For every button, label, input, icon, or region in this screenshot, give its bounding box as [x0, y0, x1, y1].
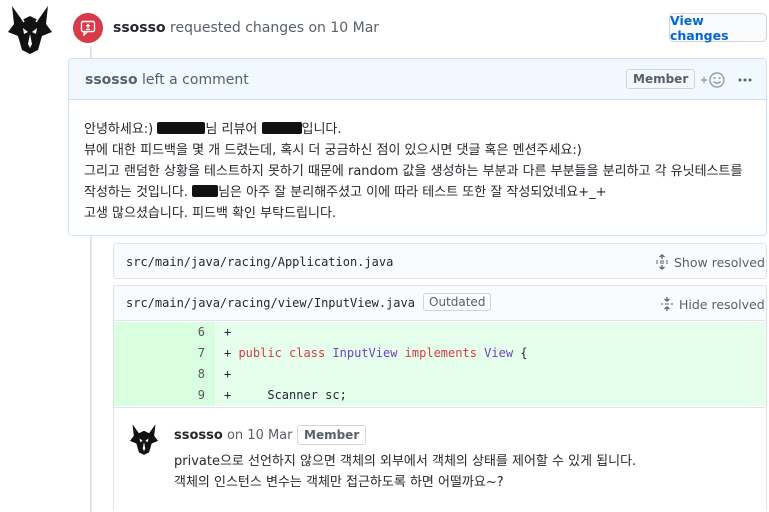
comment-author[interactable]: ssosso [85, 72, 138, 88]
line-number[interactable]: 8 [114, 364, 214, 385]
comment-action: left a comment [142, 72, 249, 88]
redacted-name [157, 122, 206, 134]
redacted-name [261, 122, 302, 134]
member-badge: Member [297, 425, 367, 445]
add-reaction-icon[interactable] [699, 71, 727, 89]
review-author[interactable]: ssosso [113, 20, 166, 36]
line-number[interactable]: 7 [114, 343, 214, 364]
comment-text: 님은 아주 잘 분리해주셨고 이에 따라 테스트 또한 잘 작성되었네요+_+ [218, 185, 607, 200]
comment-author-line: ssosso left a comment [85, 72, 249, 88]
show-resolved-label: Show resolved [674, 254, 765, 270]
file-thread-open: src/main/java/racing/view/InputView.java… [113, 285, 767, 510]
code-token: View [484, 346, 514, 360]
reply-body: private으로 선언하지 않으면 객체의 외부에서 객체의 상태를 제어할 … [174, 451, 636, 493]
code-token: public [238, 346, 282, 360]
diff-hunk: 6 + 7 + public class InputView implement… [114, 322, 766, 406]
comment-text: 작성하는 것입니다. [84, 185, 193, 200]
comment-text: 안녕하세요:) [84, 122, 158, 137]
code-token: InputView [332, 346, 398, 360]
comment-body: 안녕하세요:) 님 리뷰어 입니다. 뷰에 대한 피드백을 몇 개 드렸는데, … [84, 119, 754, 224]
comment-line-3: 그리고 랜덤한 상황을 테스트하지 못하기 때문에 random 값을 생성하는… [84, 164, 743, 179]
hide-resolved-button[interactable]: Hide resolved [659, 296, 765, 312]
view-changes-button[interactable]: View changes [669, 13, 767, 43]
file-path[interactable]: src/main/java/racing/view/InputView.java [126, 296, 415, 310]
comment-line-4: 작성하는 것입니다. 님은 아주 잘 분리해주셨고 이에 따라 테스트 또한 잘… [84, 182, 754, 203]
code-token: { [520, 346, 528, 360]
file-header: src/main/java/racing/view/InputView.java… [114, 286, 766, 321]
code-line: + [214, 322, 766, 343]
member-badge: Member [626, 69, 696, 89]
reply-line-2: 객체의 인스턴스 변수는 객체만 접근하도록 하면 어떨까요~? [174, 475, 504, 490]
unfold-icon [656, 254, 668, 270]
hide-resolved-label: Hide resolved [679, 296, 765, 312]
reply-line-1: private으로 선언하지 않으면 객체의 외부에서 객체의 상태를 제어할 … [174, 454, 637, 469]
code-token: + [224, 346, 239, 360]
fold-icon [661, 297, 673, 311]
diff-line: 6 + [114, 322, 766, 343]
review-action: requested changes on 10 Mar [170, 20, 380, 36]
line-number[interactable]: 6 [114, 322, 214, 343]
code-token: class [289, 346, 326, 360]
diff-line: 8 + [114, 364, 766, 385]
comment-line-2: 뷰에 대한 피드백을 몇 개 드렸는데, 혹시 더 궁금하신 점이 있으시면 댓… [84, 143, 582, 158]
file-path[interactable]: src/main/java/racing/Application.java [126, 255, 393, 269]
diff-line: 9 + Scanner sc; [114, 385, 766, 406]
redacted-name [192, 185, 219, 197]
comment-line-1: 안녕하세요:) 님 리뷰어 입니다. [84, 119, 754, 140]
more-options-icon[interactable] [737, 72, 753, 88]
reply-author[interactable]: ssosso [174, 428, 223, 443]
outdated-label: Outdated [423, 293, 492, 311]
reply-date[interactable]: on 10 Mar [227, 428, 293, 443]
review-header: ssosso requested changes on 10 Mar [113, 20, 379, 36]
reply-header: ssosso on 10 Mar [174, 428, 293, 443]
code-line: + public class InputView implements View… [214, 343, 766, 364]
comment-line-5: 고생 많으셨습니다. 피드백 확인 부탁드립니다. [84, 206, 337, 221]
comment-text: 입니다. [301, 122, 342, 137]
file-diff-icon [70, 10, 106, 46]
comment-header: ssosso left a comment Member [69, 59, 766, 100]
diff-line: 7 + public class InputView implements Vi… [114, 343, 766, 364]
review-reply: ssosso on 10 Mar Member private으로 선언하지 않… [114, 407, 766, 510]
line-number[interactable]: 9 [114, 385, 214, 406]
avatar[interactable] [8, 4, 52, 54]
code-line: + Scanner sc; [214, 385, 766, 406]
show-resolved-button[interactable]: Show resolved [654, 254, 765, 270]
avatar[interactable] [130, 423, 158, 455]
review-comment: ssosso left a comment Member 안녕하세요:) 님 리… [68, 58, 767, 236]
file-thread-resolved: src/main/java/racing/Application.java Sh… [113, 243, 767, 279]
code-token: implements [404, 346, 477, 360]
comment-text: 님 리뷰어 [205, 122, 262, 137]
code-line: + [214, 364, 766, 385]
